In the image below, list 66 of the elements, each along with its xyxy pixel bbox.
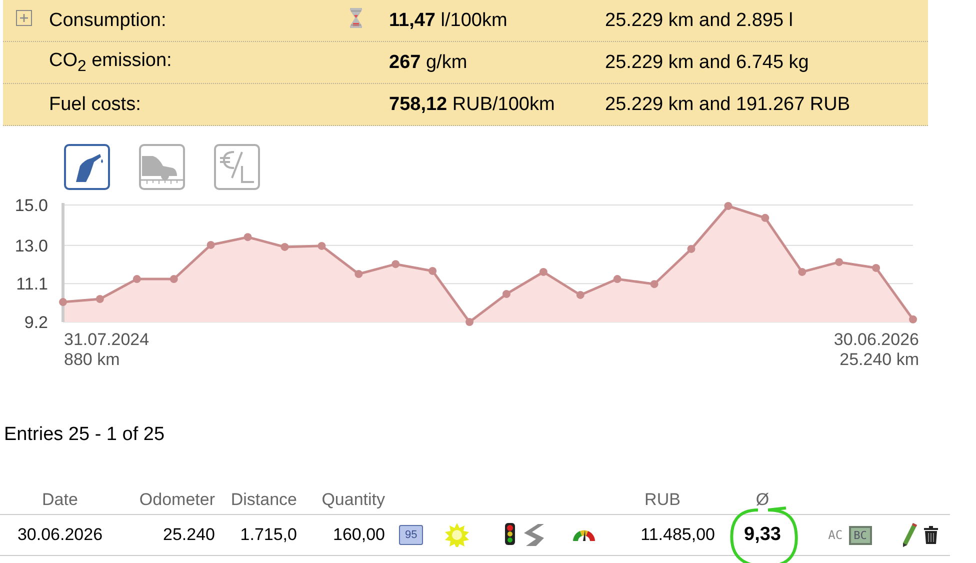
start-distance-label: 880 km <box>64 350 120 369</box>
column-header: Distance <box>230 490 297 510</box>
pencil-icon[interactable] <box>902 522 918 548</box>
average-value: 9,33 <box>744 524 781 545</box>
entries-count: Entries 25 - 1 of 25 <box>4 424 166 446</box>
data-point <box>206 240 215 249</box>
data-point <box>392 260 400 268</box>
summary-value: 267 g/km <box>389 52 468 74</box>
y-tick-label: 13.0 <box>14 236 48 256</box>
column-header: Odometer <box>138 490 215 510</box>
y-tick-label: 11.1 <box>16 274 48 294</box>
y-tick-label: 9.2 <box>24 313 48 332</box>
summary-detail: 25.229 km and 2.895 l <box>605 10 794 32</box>
data-point <box>354 270 363 278</box>
summary-value: 758,12 RUB/100km <box>389 94 556 116</box>
data-point <box>466 318 474 326</box>
traffic-light-icon <box>504 523 516 547</box>
gauge-icon <box>572 528 596 542</box>
table-cell-text: 30.06.2026 <box>16 525 104 545</box>
sun-icon <box>445 523 469 547</box>
data-point <box>909 315 917 324</box>
y-tick-label: 15.0 <box>14 196 48 215</box>
hourglass-icon <box>349 6 363 28</box>
data-point <box>650 280 658 288</box>
data-point <box>502 290 510 298</box>
data-point <box>835 258 844 266</box>
data-point <box>798 268 806 276</box>
data-point <box>318 242 326 250</box>
start-date-label: 31.07.2024 <box>64 330 150 349</box>
data-point <box>761 214 770 222</box>
data-point <box>59 298 67 306</box>
column-header: RUB <box>644 490 682 510</box>
end-date-label: 30.06.2026 <box>834 330 919 349</box>
table-cell-text: 160,00 <box>332 525 385 545</box>
ac-label: AC <box>828 528 843 542</box>
data-point <box>613 275 622 284</box>
data-point <box>872 264 880 272</box>
summary-label: CO$_{2}$ emission: <box>49 50 173 76</box>
data-point <box>280 242 289 251</box>
trash-icon[interactable] <box>924 526 938 544</box>
data-point <box>96 295 104 303</box>
fuel-pump-tab[interactable] <box>64 144 110 190</box>
column-header: Quantity <box>320 490 385 510</box>
end-distance-label: 25.240 km <box>840 350 919 369</box>
summary-label: Fuel costs: <box>49 94 142 116</box>
data-point <box>724 202 732 210</box>
data-point <box>576 290 584 299</box>
data-point <box>428 266 437 275</box>
data-point <box>244 233 252 242</box>
data-point <box>687 244 696 253</box>
data-point <box>132 275 141 284</box>
fuel-grade-badge: 95 <box>399 525 424 545</box>
summary-value: 11,47 l/100km <box>389 10 508 32</box>
column-header: Ø <box>754 490 770 510</box>
expand-icon[interactable] <box>16 10 32 26</box>
table-cell-text: 11.485,00 <box>640 525 715 545</box>
table-cell-text: 1.715,0 <box>239 525 297 545</box>
data-point <box>539 268 548 276</box>
data-point <box>170 275 178 284</box>
winding-road-icon <box>522 523 546 547</box>
summary-detail: 25.229 km and 191.267 RUB <box>605 94 852 116</box>
summary-detail: 25.229 km and 6.745 kg <box>605 52 810 74</box>
column-header: Date <box>41 490 79 510</box>
monitor-icon: BC <box>848 526 872 544</box>
table-cell-text: 25.240 <box>162 525 215 545</box>
summary-label: Consumption: <box>49 10 168 32</box>
